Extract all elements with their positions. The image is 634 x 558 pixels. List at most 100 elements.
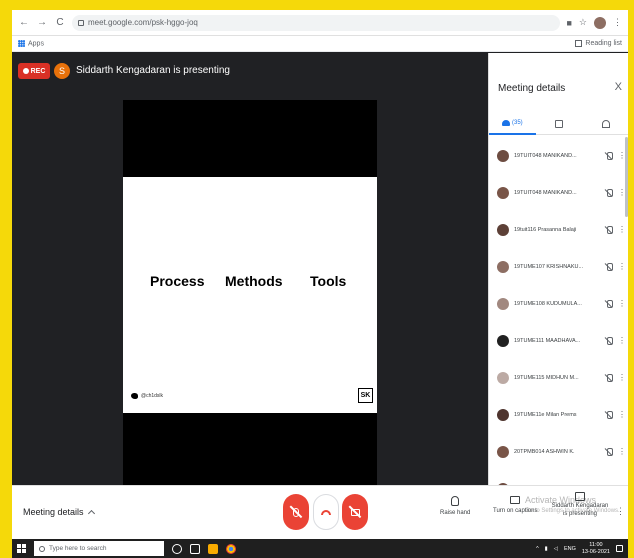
tab-people[interactable]: (35): [489, 113, 536, 135]
forward-icon[interactable]: →: [36, 17, 48, 29]
captions-icon: [510, 496, 521, 504]
presenter-tile-status: is presenting: [562, 511, 598, 517]
mic-off-icon: [605, 225, 613, 234]
url-text: meet.google.com/psk-hggo-joq: [88, 18, 198, 27]
participant-name: 19TUME108 KUDUMULA...: [514, 300, 582, 307]
mic-off-icon: [605, 447, 613, 456]
people-icon: [502, 119, 510, 126]
file-explorer-icon[interactable]: [208, 543, 218, 554]
tray-chevron-icon[interactable]: ^: [536, 546, 539, 552]
participant-menu-icon[interactable]: ⋮: [618, 410, 626, 419]
participant-menu-icon[interactable]: ⋮: [618, 262, 626, 271]
meeting-details-toggle[interactable]: Meeting details: [23, 507, 95, 518]
tab-chat[interactable]: [536, 113, 583, 135]
clock-date: 13-06-2021: [581, 548, 610, 555]
participant-row[interactable]: 20TPMB014 ASHWIN K. ⋮: [489, 433, 628, 470]
system-tray: ^ ▮ ◁ ENG 11:00 13-06-2021: [536, 542, 623, 556]
participant-row[interactable]: 19TUIT048 MANIKAND... ⋮: [489, 137, 628, 174]
microphone-button[interactable]: [283, 494, 309, 530]
close-panel-button[interactable]: X: [615, 81, 622, 93]
camera-indicator-icon[interactable]: ■: [566, 18, 571, 28]
participant-avatar: [497, 297, 509, 310]
participant-name: 19TUME111 MAADHAVA...: [514, 337, 581, 344]
hand-icon: [451, 496, 460, 506]
tab-activities[interactable]: [582, 113, 628, 135]
panel-tabs: (35): [489, 113, 628, 135]
profile-avatar[interactable]: [594, 16, 606, 29]
search-placeholder: Type here to search: [49, 545, 107, 552]
windows-start-icon[interactable]: [17, 544, 26, 553]
address-bar[interactable]: meet.google.com/psk-hggo-joq: [72, 14, 561, 31]
participant-row[interactable]: 19TUME108 KUDUMULA... ⋮: [489, 285, 628, 322]
presentation-slide: Process Methods Tools @ch1dslk SK: [123, 177, 377, 413]
leave-call-button[interactable]: [313, 494, 339, 530]
task-view-icon[interactable]: [190, 543, 200, 554]
participant-menu-icon[interactable]: ⋮: [618, 225, 626, 234]
participant-menu-icon[interactable]: ⋮: [618, 336, 626, 345]
hang-up-icon: [321, 509, 331, 515]
clock[interactable]: 11:00 13-06-2021: [582, 542, 610, 556]
participant-name: 19TUME107 KRISHNAKU...: [514, 263, 584, 270]
network-icon[interactable]: ▮: [545, 546, 548, 552]
meeting-stage: REC S Siddarth Kengadaran is presenting …: [12, 53, 488, 492]
slide-word-methods: Methods: [225, 273, 283, 289]
slide-word-process: Process: [150, 273, 205, 289]
participant-menu-icon[interactable]: ⋮: [618, 151, 626, 160]
twitter-handle-text: @ch1dslk: [141, 393, 164, 399]
participant-avatar: [497, 186, 509, 199]
presenting-text: Siddarth Kengadaran is presenting: [76, 65, 230, 76]
back-icon[interactable]: ←: [18, 17, 30, 29]
star-icon[interactable]: ☆: [579, 17, 587, 28]
participant-name: 19tuit116 Prasanna Balaji: [514, 226, 577, 233]
participant-row[interactable]: 19TUME11e Milan Prems ⋮: [489, 396, 628, 433]
reload-icon[interactable]: C: [54, 17, 66, 29]
volume-icon[interactable]: ◁: [554, 546, 558, 552]
bookmarks-bar: Apps Reading list: [12, 36, 628, 52]
participant-row[interactable]: 20TPMB050 MEGALA T...⋮: [489, 470, 628, 485]
browser-menu-icon[interactable]: ⋮: [613, 17, 622, 28]
clock-time: 11:00: [589, 541, 603, 548]
reading-list-button[interactable]: Reading list: [575, 40, 622, 47]
slide-word-tools: Tools: [310, 273, 347, 289]
panel-scrollbar[interactable]: [625, 137, 628, 217]
participant-menu-icon[interactable]: ⋮: [618, 299, 626, 308]
participant-name: 19TUME115 MIDHUN M...: [514, 374, 579, 381]
more-options-icon[interactable]: ⋮: [616, 506, 625, 517]
mic-off-icon: [605, 373, 613, 382]
mic-off-icon: [605, 188, 613, 197]
notification-icon[interactable]: [616, 545, 623, 552]
participant-avatar: [497, 371, 509, 384]
windows-taskbar: Type here to search ^ ▮ ◁ ENG 11:00 13-06…: [12, 539, 628, 558]
participant-row[interactable]: 19TUME107 KRISHNAKU... ⋮: [489, 248, 628, 285]
mic-off-icon: [605, 262, 613, 271]
participant-row[interactable]: 19TUIT048 MANIKAND... ⋮: [489, 174, 628, 211]
chrome-icon[interactable]: [226, 543, 236, 554]
meeting-details-panel: Meeting details X (35) 19TUIT048 MANIKAN…: [488, 53, 628, 485]
mic-off-icon: [605, 410, 613, 419]
mic-off-icon: [605, 299, 613, 308]
participant-name: 19TUIT048 MANIKAND...: [514, 152, 577, 159]
participant-menu-icon[interactable]: ⋮: [618, 447, 626, 456]
participant-menu-icon[interactable]: ⋮: [618, 188, 626, 197]
taskbar-search[interactable]: Type here to search: [34, 541, 164, 556]
mic-off-icon: [605, 151, 613, 160]
apps-label: Apps: [28, 40, 44, 48]
activities-icon: [601, 119, 610, 128]
twitter-icon: [131, 393, 138, 399]
recording-badge: REC: [18, 63, 50, 79]
raise-hand-button[interactable]: Raise hand: [440, 496, 470, 516]
apps-bookmark[interactable]: Apps: [18, 39, 44, 48]
participant-row[interactable]: 19tuit116 Prasanna Balaji ⋮: [489, 211, 628, 248]
chevron-up-icon: [87, 509, 95, 518]
participant-row[interactable]: 19TUME115 MIDHUN M... ⋮: [489, 359, 628, 396]
raise-hand-label: Raise hand: [440, 510, 471, 516]
camera-button[interactable]: [342, 494, 368, 530]
presentation-tile[interactable]: Siddarth Kengadaran is presenting: [550, 492, 610, 536]
participant-name: 20TPMB014 ASHWIN K.: [514, 448, 575, 455]
participant-menu-icon[interactable]: ⋮: [618, 373, 626, 382]
participant-row[interactable]: 19TUME111 MAADHAVA... ⋮: [489, 322, 628, 359]
cortana-icon[interactable]: [172, 543, 182, 554]
participant-name: 19TUIT048 MANIKAND...: [514, 189, 577, 196]
people-count: (35): [512, 119, 523, 126]
language-indicator[interactable]: ENG: [564, 546, 576, 552]
